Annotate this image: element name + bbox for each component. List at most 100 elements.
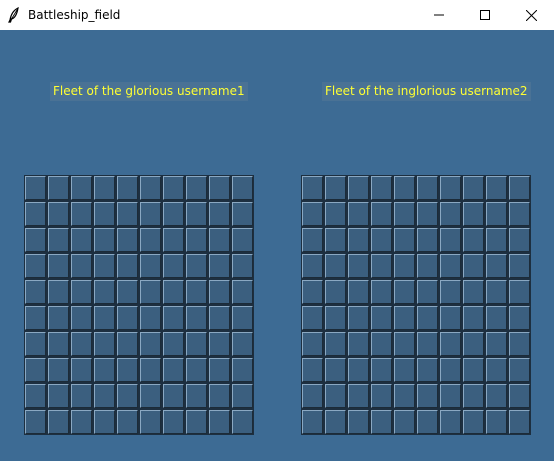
player2-grid-cell[interactable]	[417, 332, 438, 356]
player1-grid-cell[interactable]	[117, 384, 138, 408]
player1-grid-cell[interactable]	[117, 254, 138, 278]
player2-grid-cell[interactable]	[509, 358, 530, 382]
player1-grid-cell[interactable]	[140, 202, 161, 226]
player2-grid-cell[interactable]	[371, 332, 392, 356]
player1-grid-cell[interactable]	[25, 410, 46, 434]
player1-grid-cell[interactable]	[48, 202, 69, 226]
player1-grid-cell[interactable]	[140, 410, 161, 434]
player1-grid-cell[interactable]	[163, 280, 184, 304]
player2-grid-cell[interactable]	[463, 384, 484, 408]
player2-grid-cell[interactable]	[302, 228, 323, 252]
player2-grid-cell[interactable]	[509, 176, 530, 200]
player2-grid-cell[interactable]	[325, 384, 346, 408]
player2-grid-cell[interactable]	[348, 202, 369, 226]
player1-grid-cell[interactable]	[163, 176, 184, 200]
player2-grid-cell[interactable]	[325, 280, 346, 304]
player1-grid-cell[interactable]	[117, 410, 138, 434]
player2-grid-cell[interactable]	[486, 280, 507, 304]
player2-grid-cell[interactable]	[440, 228, 461, 252]
player2-grid-cell[interactable]	[417, 280, 438, 304]
player1-grid-cell[interactable]	[140, 332, 161, 356]
player1-grid-cell[interactable]	[209, 384, 230, 408]
player2-grid-cell[interactable]	[371, 202, 392, 226]
player1-grid-cell[interactable]	[25, 306, 46, 330]
player2-grid-cell[interactable]	[440, 202, 461, 226]
player2-grid-cell[interactable]	[348, 332, 369, 356]
player2-grid-cell[interactable]	[417, 410, 438, 434]
player2-grid-cell[interactable]	[463, 410, 484, 434]
player2-grid-cell[interactable]	[486, 254, 507, 278]
player2-grid-cell[interactable]	[325, 254, 346, 278]
player2-grid-cell[interactable]	[371, 306, 392, 330]
player1-grid-cell[interactable]	[140, 228, 161, 252]
player2-grid-cell[interactable]	[348, 358, 369, 382]
player1-grid-cell[interactable]	[209, 358, 230, 382]
player2-grid-cell[interactable]	[417, 358, 438, 382]
player2-grid-cell[interactable]	[486, 202, 507, 226]
player1-grid-cell[interactable]	[117, 202, 138, 226]
player1-grid-cell[interactable]	[94, 384, 115, 408]
close-button[interactable]	[508, 0, 554, 30]
player1-grid-cell[interactable]	[186, 176, 207, 200]
player2-grid-cell[interactable]	[440, 280, 461, 304]
player2-grid-cell[interactable]	[348, 410, 369, 434]
player2-grid-cell[interactable]	[348, 306, 369, 330]
player2-grid-cell[interactable]	[371, 254, 392, 278]
player1-grid-cell[interactable]	[163, 306, 184, 330]
player2-grid-cell[interactable]	[486, 176, 507, 200]
player2-grid-cell[interactable]	[394, 202, 415, 226]
player2-grid-cell[interactable]	[302, 332, 323, 356]
player1-grid-cell[interactable]	[209, 332, 230, 356]
player2-grid-cell[interactable]	[440, 306, 461, 330]
player2-grid-cell[interactable]	[394, 358, 415, 382]
player1-grid-cell[interactable]	[94, 280, 115, 304]
player1-grid-cell[interactable]	[186, 228, 207, 252]
player2-grid-cell[interactable]	[371, 358, 392, 382]
player1-grid-cell[interactable]	[117, 306, 138, 330]
player1-grid-cell[interactable]	[94, 176, 115, 200]
player1-grid-cell[interactable]	[163, 332, 184, 356]
player2-grid-cell[interactable]	[440, 384, 461, 408]
player1-grid-cell[interactable]	[71, 202, 92, 226]
player1-grid-cell[interactable]	[232, 358, 253, 382]
player2-grid-cell[interactable]	[394, 306, 415, 330]
player1-grid-cell[interactable]	[186, 410, 207, 434]
player1-grid-cell[interactable]	[48, 358, 69, 382]
player2-grid-cell[interactable]	[509, 202, 530, 226]
player2-grid-cell[interactable]	[325, 202, 346, 226]
player1-grid-cell[interactable]	[71, 254, 92, 278]
player1-grid-cell[interactable]	[117, 228, 138, 252]
player1-grid-cell[interactable]	[186, 384, 207, 408]
player2-grid-cell[interactable]	[348, 280, 369, 304]
player1-grid-cell[interactable]	[232, 254, 253, 278]
player1-grid-cell[interactable]	[71, 306, 92, 330]
player1-grid-cell[interactable]	[48, 280, 69, 304]
player2-grid-cell[interactable]	[463, 358, 484, 382]
player1-grid-cell[interactable]	[94, 254, 115, 278]
player2-grid-cell[interactable]	[302, 306, 323, 330]
player2-grid-cell[interactable]	[463, 332, 484, 356]
player1-grid-cell[interactable]	[94, 358, 115, 382]
player2-grid-cell[interactable]	[325, 410, 346, 434]
player2-grid-cell[interactable]	[417, 254, 438, 278]
player1-grid-cell[interactable]	[209, 280, 230, 304]
player2-grid-cell[interactable]	[509, 410, 530, 434]
player1-grid-cell[interactable]	[25, 202, 46, 226]
player2-grid-cell[interactable]	[371, 384, 392, 408]
player1-grid-cell[interactable]	[163, 384, 184, 408]
player2-grid-cell[interactable]	[417, 384, 438, 408]
player1-grid-cell[interactable]	[232, 176, 253, 200]
player2-grid-cell[interactable]	[440, 358, 461, 382]
player2-grid-cell[interactable]	[348, 254, 369, 278]
player1-grid-cell[interactable]	[71, 358, 92, 382]
player2-grid-cell[interactable]	[394, 384, 415, 408]
player1-grid-cell[interactable]	[140, 254, 161, 278]
player1-grid-cell[interactable]	[140, 176, 161, 200]
player2-grid-cell[interactable]	[394, 410, 415, 434]
player1-grid-cell[interactable]	[140, 280, 161, 304]
player2-grid-cell[interactable]	[463, 176, 484, 200]
player2-grid-cell[interactable]	[486, 332, 507, 356]
player2-grid-cell[interactable]	[394, 332, 415, 356]
player2-grid-cell[interactable]	[325, 176, 346, 200]
player1-grid-cell[interactable]	[25, 332, 46, 356]
